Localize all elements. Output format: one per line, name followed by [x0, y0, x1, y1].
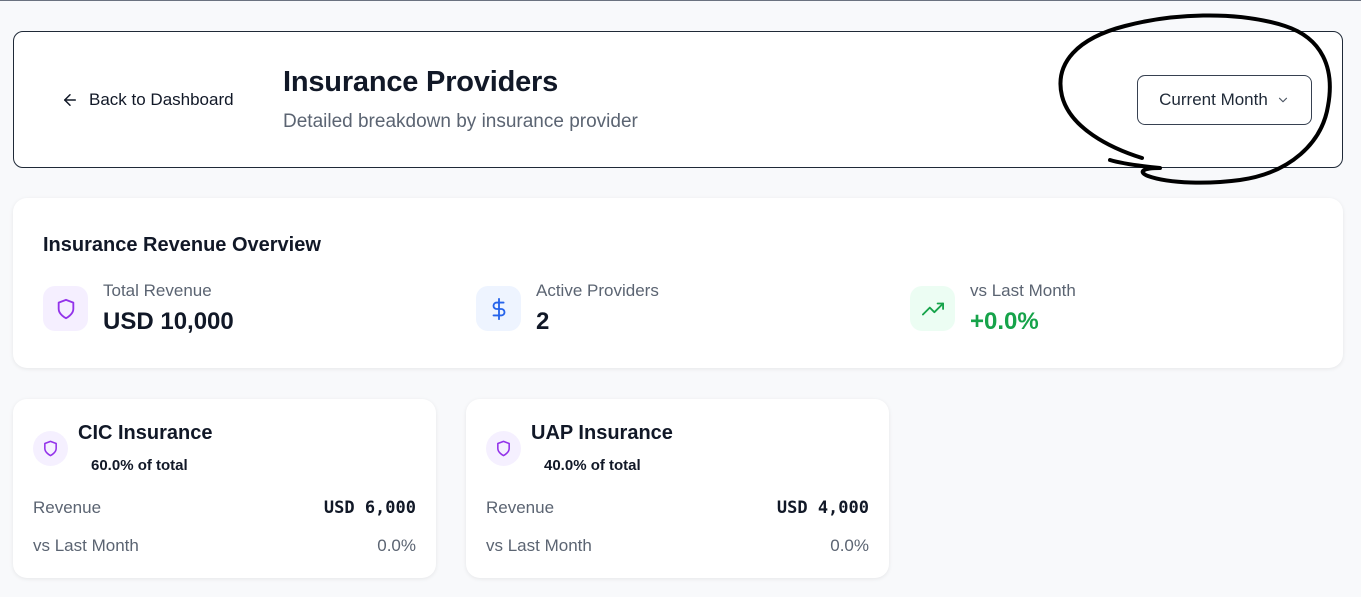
- revenue-value: USD 4,000: [776, 498, 869, 518]
- revenue-overview-card: Insurance Revenue Overview Total Revenue…: [13, 198, 1343, 368]
- change-label: vs Last Month: [486, 536, 592, 555]
- shield-icon: [43, 286, 88, 331]
- page-header: Back to Dashboard Insurance Providers De…: [13, 31, 1343, 168]
- stat-total-revenue: Total Revenue USD 10,000: [43, 282, 234, 336]
- provider-name: UAP Insurance: [531, 422, 673, 444]
- change-value: 0.0%: [377, 536, 416, 555]
- revenue-label: Revenue: [33, 498, 102, 517]
- provider-change-row: vs Last Month 0.0%: [486, 536, 869, 556]
- provider-revenue-row: Revenue USD 4,000: [486, 498, 869, 518]
- stat-label: Active Providers: [536, 281, 659, 300]
- shield-icon: [486, 431, 521, 466]
- overview-title: Insurance Revenue Overview: [43, 234, 321, 256]
- change-value: 0.0%: [830, 536, 869, 555]
- stat-value: USD 10,000: [103, 308, 234, 335]
- revenue-value: USD 6,000: [323, 498, 416, 518]
- window-top-border: [0, 0, 1361, 1]
- arrow-left-icon: [64, 94, 76, 106]
- dollar-icon: [476, 286, 521, 331]
- page-subtitle: Detailed breakdown by insurance provider: [283, 111, 638, 132]
- chevron-down-icon: [1278, 97, 1287, 103]
- stat-value: 2: [536, 308, 550, 335]
- provider-change-row: vs Last Month 0.0%: [33, 536, 416, 556]
- stat-label: vs Last Month: [970, 281, 1076, 300]
- stat-label: Total Revenue: [103, 281, 212, 300]
- provider-card-uap[interactable]: UAP Insurance 40.0% of total Revenue USD…: [466, 399, 889, 578]
- page-title: Insurance Providers: [283, 66, 559, 98]
- provider-share: 60.0% of total: [91, 457, 188, 474]
- period-selected-value: Current Month: [1159, 90, 1268, 109]
- trending-up-icon: [910, 286, 955, 331]
- stat-value: +0.0%: [970, 308, 1039, 335]
- change-label: vs Last Month: [33, 536, 139, 555]
- stat-vs-last-month: vs Last Month +0.0%: [910, 282, 1076, 336]
- provider-card-cic[interactable]: CIC Insurance 60.0% of total Revenue USD…: [13, 399, 436, 578]
- back-link-label: Back to Dashboard: [89, 90, 234, 109]
- provider-name: CIC Insurance: [78, 422, 213, 444]
- period-dropdown[interactable]: Current Month: [1137, 75, 1312, 125]
- shield-icon: [33, 431, 68, 466]
- revenue-label: Revenue: [486, 498, 555, 517]
- stat-active-providers: Active Providers 2: [476, 282, 659, 336]
- provider-share: 40.0% of total: [544, 457, 641, 474]
- provider-revenue-row: Revenue USD 6,000: [33, 498, 416, 518]
- back-to-dashboard-link[interactable]: Back to Dashboard: [61, 90, 234, 110]
